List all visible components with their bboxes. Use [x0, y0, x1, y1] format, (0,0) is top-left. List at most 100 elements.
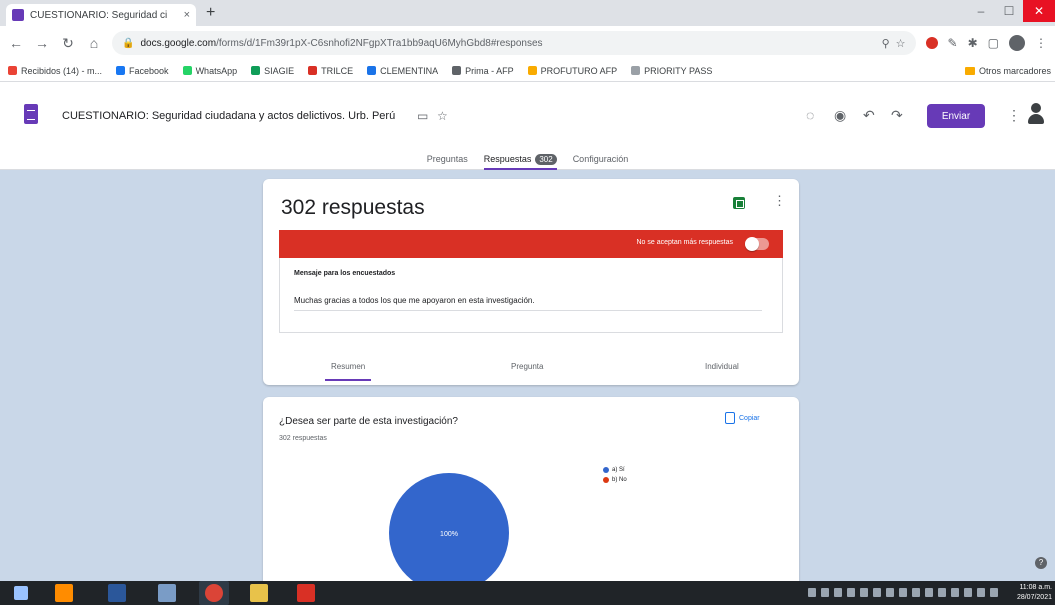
tray-icon[interactable]	[873, 588, 881, 597]
media-icon[interactable]: ▢	[988, 36, 999, 50]
message-label: Mensaje para los encuestados	[294, 270, 396, 277]
tab-close-icon[interactable]: ×	[184, 9, 190, 21]
tab-questions[interactable]: Preguntas	[427, 149, 468, 169]
tab-question[interactable]: Pregunta	[511, 362, 543, 371]
minimize-button[interactable]: –	[967, 0, 995, 22]
bookmark-icon	[182, 66, 192, 75]
pen-extension-icon[interactable]: ✎	[948, 36, 958, 50]
bookmark-item[interactable]: PRIORITY PASS	[631, 66, 712, 76]
legend-item-yes[interactable]: a) Sí	[603, 467, 627, 473]
forward-icon[interactable]: →	[34, 35, 50, 51]
accepting-responses-banner: No se aceptan más respuestas	[279, 230, 783, 258]
puzzle-icon[interactable]: ✱	[968, 36, 978, 50]
tray-icon[interactable]	[951, 588, 959, 597]
bookmark-icon	[116, 66, 126, 75]
back-icon[interactable]: ←	[8, 35, 24, 51]
bookmark-item[interactable]: WhatsApp	[182, 66, 237, 76]
undo-icon[interactable]: ↶	[863, 107, 875, 124]
pie-chart: 100%	[389, 473, 509, 593]
tab-individual[interactable]: Individual	[705, 362, 739, 371]
bookmark-item[interactable]: CLEMENTINA	[367, 66, 438, 76]
browser-toolbar: ← → ↻ ⌂ 🔒 docs.google.com/forms/d/1Fm39r…	[0, 26, 1055, 60]
window-close-button[interactable]: ✕	[1023, 0, 1055, 22]
bookmark-item[interactable]: PROFUTURO AFP	[527, 66, 617, 76]
taskbar-clock[interactable]: 11:08 a.m. 28/07/2021	[1008, 583, 1052, 603]
tray-icon[interactable]	[860, 588, 868, 597]
extensions: ✎ ✱ ▢ ⋮	[925, 35, 1047, 51]
closed-message-box: Mensaje para los encuestados Muchas grac…	[279, 258, 783, 333]
more-options-icon[interactable]: ⋮	[1007, 107, 1021, 124]
taskbar-app-icon[interactable]	[158, 584, 176, 602]
help-icon[interactable]: ?	[1035, 557, 1047, 569]
preview-eye-icon[interactable]: ◉	[834, 107, 846, 124]
bookmark-icon	[8, 66, 17, 75]
tray-icon[interactable]	[847, 588, 855, 597]
tab-settings[interactable]: Configuración	[573, 149, 629, 169]
new-tab-button[interactable]: +	[206, 4, 215, 22]
windows-taskbar: 11:08 a.m. 28/07/2021	[0, 581, 1055, 605]
file-explorer-icon[interactable]	[250, 584, 268, 602]
taskbar-app-icon[interactable]	[55, 584, 73, 602]
other-bookmarks[interactable]: Otros marcadores	[964, 66, 1051, 76]
folder-icon	[964, 67, 975, 75]
browser-tab[interactable]: CUESTIONARIO: Seguridad ci ×	[6, 4, 196, 26]
legend-dot	[603, 467, 609, 473]
url-text: docs.google.com/forms/d/1Fm39r1pX-C6snho…	[140, 37, 543, 49]
send-button[interactable]: Enviar	[927, 104, 985, 128]
tray-icon[interactable]	[834, 588, 842, 597]
bookmark-item[interactable]: Recibidos (14) - m...	[8, 66, 102, 76]
responses-count-title: 302 respuestas	[281, 196, 425, 219]
bookmark-item[interactable]: TRILCE	[308, 66, 353, 76]
address-bar[interactable]: 🔒 docs.google.com/forms/d/1Fm39r1pX-C6sn…	[112, 31, 916, 55]
browser-menu-icon[interactable]: ⋮	[1035, 36, 1047, 50]
star-icon[interactable]: ☆	[896, 37, 906, 50]
zoom-icon[interactable]: ⚲	[882, 37, 890, 50]
accepting-responses-label: No se aceptan más respuestas	[636, 239, 734, 246]
responses-more-icon[interactable]: ⋮	[773, 193, 786, 209]
tray-icon[interactable]	[938, 588, 946, 597]
profile-avatar[interactable]	[1009, 35, 1025, 51]
tab-summary[interactable]: Resumen	[324, 362, 372, 381]
star-icon[interactable]: ☆	[437, 109, 448, 123]
tray-icon[interactable]	[990, 588, 998, 597]
message-input[interactable]: Muchas gracias a todos los que me apoyar…	[294, 296, 535, 305]
tray-icon[interactable]	[886, 588, 894, 597]
windows-start-icon[interactable]	[14, 586, 28, 600]
response-view-tabs: Resumen Pregunta Individual	[279, 355, 783, 385]
accepting-responses-toggle[interactable]	[745, 237, 769, 251]
bookmark-item[interactable]: Facebook	[116, 66, 169, 76]
extension-icon[interactable]	[925, 37, 938, 49]
chart-legend: a) Sí b) No	[603, 467, 627, 487]
account-avatar[interactable]	[1027, 103, 1045, 125]
tray-icon[interactable]	[977, 588, 985, 597]
bookmark-icon	[367, 66, 377, 75]
tray-icon[interactable]	[808, 588, 816, 597]
legend-dot	[603, 477, 609, 483]
google-sheets-icon[interactable]	[733, 197, 745, 209]
bookmark-item[interactable]: SIAGIE	[251, 66, 294, 76]
word-icon[interactable]	[108, 584, 126, 602]
home-icon[interactable]: ⌂	[86, 35, 102, 51]
window-controls: – ☐ ✕	[967, 0, 1055, 22]
palette-icon[interactable]: ◌	[806, 107, 814, 123]
reload-icon[interactable]: ↻	[60, 35, 76, 52]
tray-icon[interactable]	[821, 588, 829, 597]
google-forms-logo-icon[interactable]	[24, 104, 38, 124]
bookmark-item[interactable]: Prima - AFP	[452, 66, 514, 76]
redo-icon[interactable]: ↷	[891, 107, 903, 124]
responses-card: 302 respuestas ⋮ No se aceptan más respu…	[263, 179, 799, 385]
tab-title: CUESTIONARIO: Seguridad ci	[30, 9, 168, 21]
tray-icon[interactable]	[912, 588, 920, 597]
legend-item-no[interactable]: b) No	[603, 477, 627, 483]
tab-responses[interactable]: Respuestas 302	[483, 149, 557, 170]
maximize-button[interactable]: ☐	[995, 0, 1023, 22]
system-tray	[808, 588, 998, 597]
form-tabs: Preguntas Respuestas 302 Configuración	[0, 149, 1055, 170]
tray-icon[interactable]	[925, 588, 933, 597]
folder-move-icon[interactable]: ▭	[417, 109, 428, 123]
form-title[interactable]: CUESTIONARIO: Seguridad ciudadana y acto…	[62, 110, 395, 122]
tray-icon[interactable]	[899, 588, 907, 597]
bookmark-icon	[251, 66, 261, 75]
acrobat-icon[interactable]	[297, 584, 315, 602]
tray-icon[interactable]	[964, 588, 972, 597]
